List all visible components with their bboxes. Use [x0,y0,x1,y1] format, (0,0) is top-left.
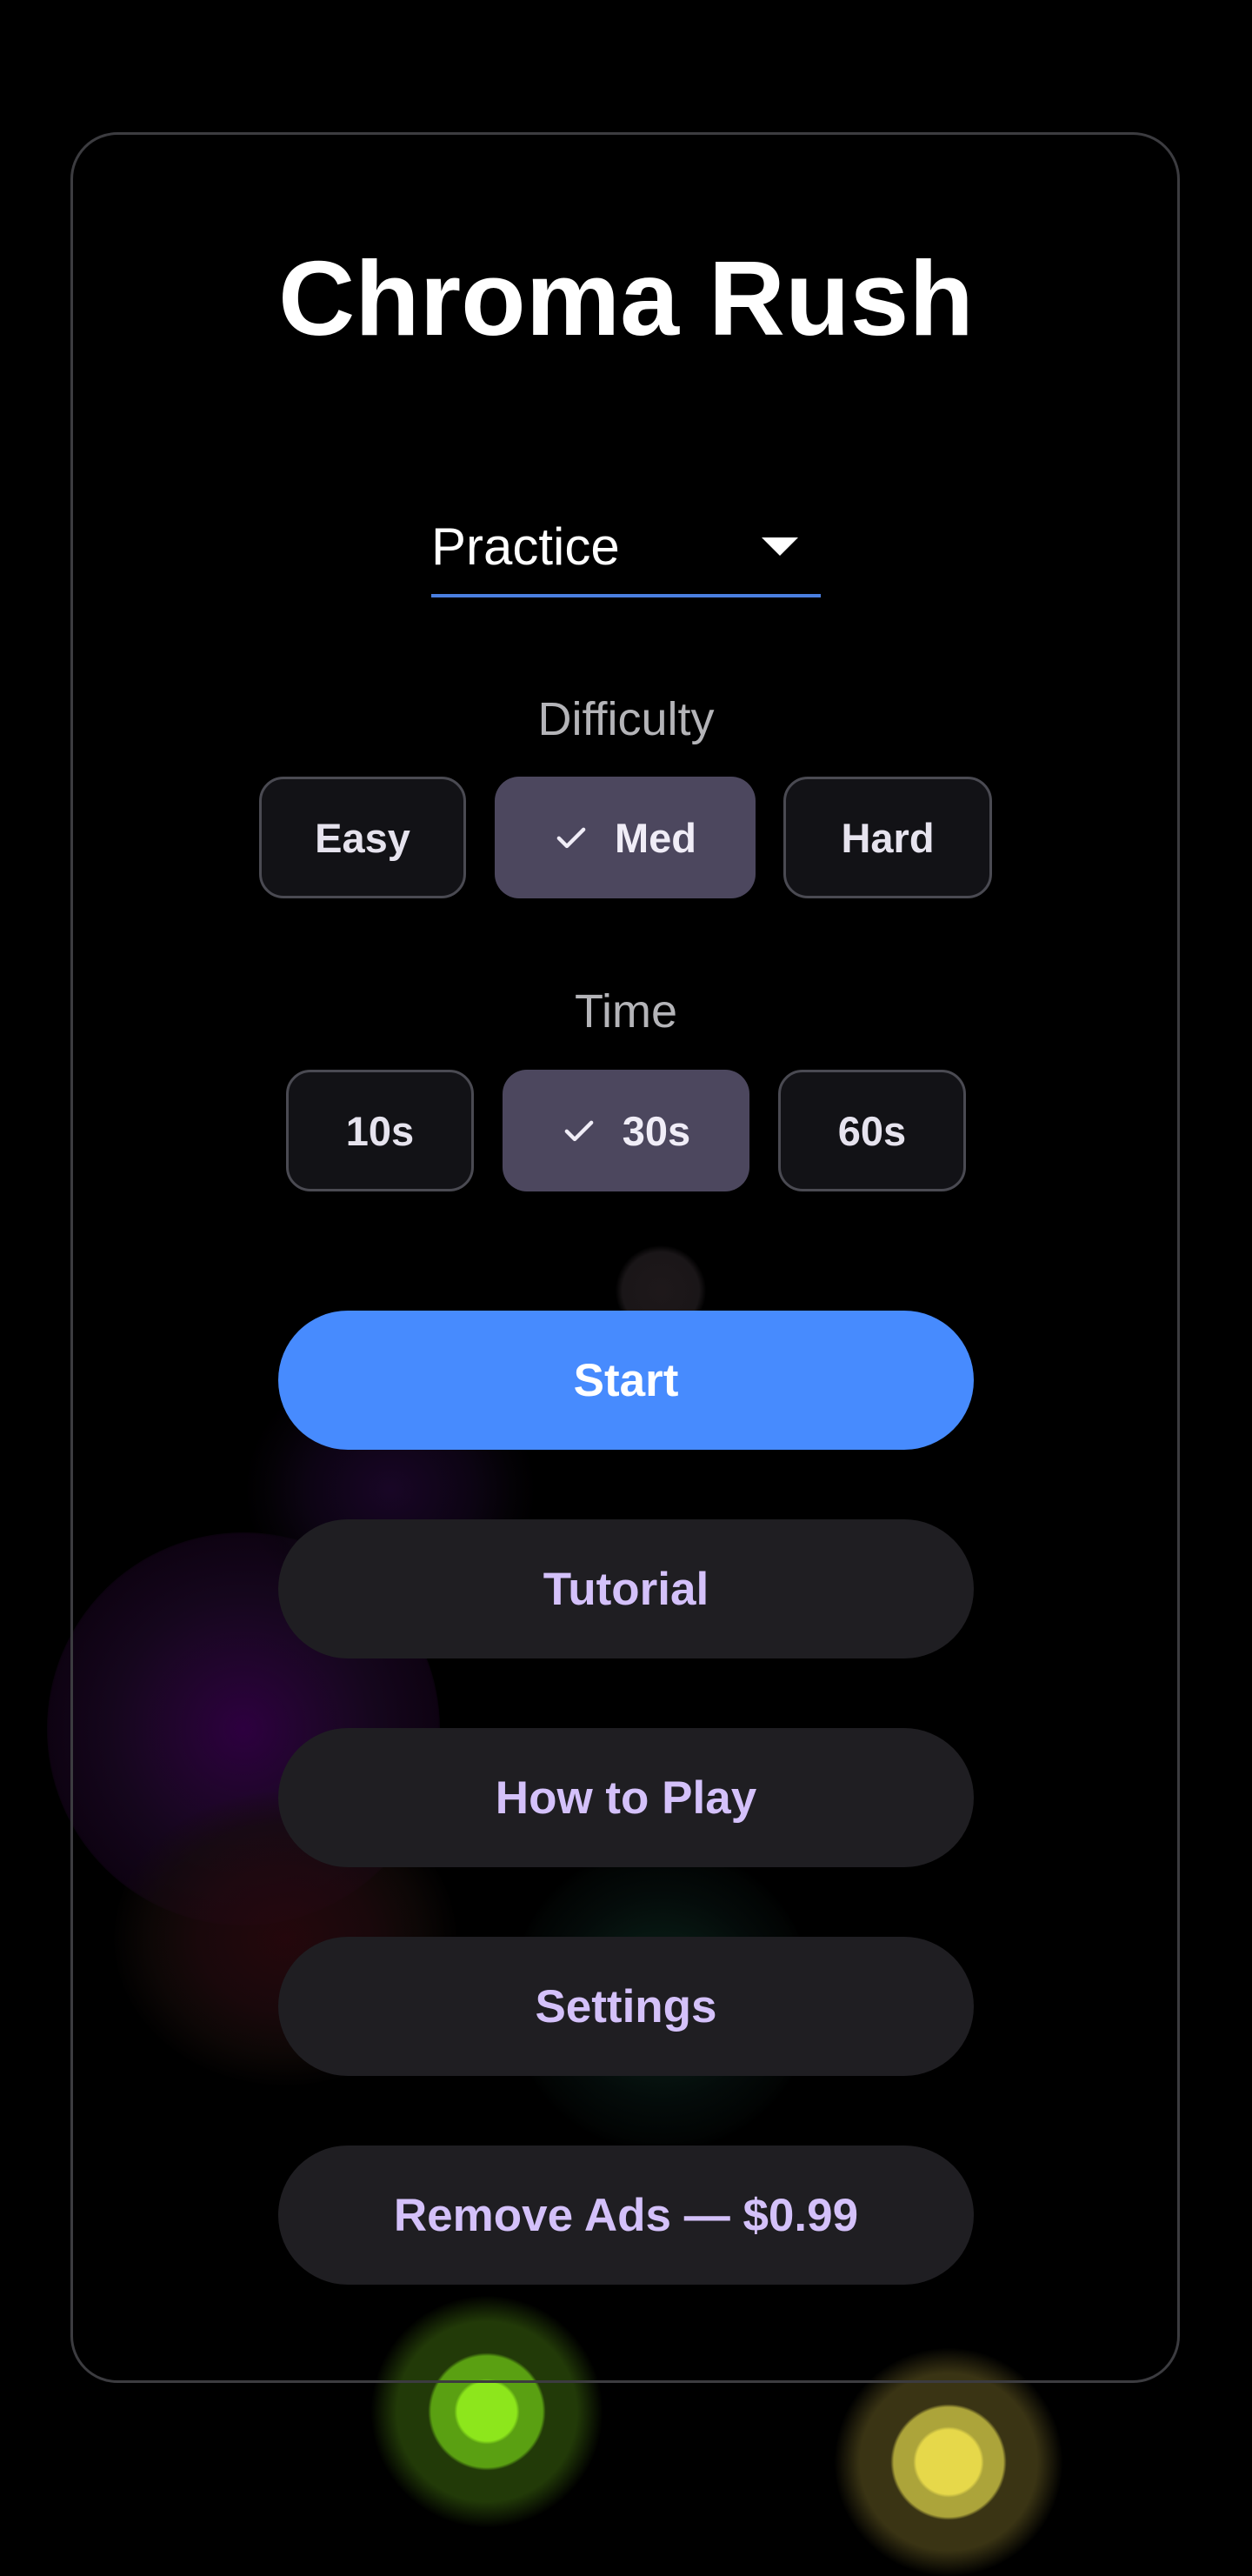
chip-label: 10s [345,1107,415,1154]
time-30s-chip[interactable]: 30s [503,1070,749,1191]
game-title: Chroma Rush [278,239,974,357]
start-button[interactable]: Start [278,1311,974,1450]
chip-label: Hard [841,814,935,861]
check-icon [564,1120,594,1142]
time-label: Time [575,985,677,1038]
tutorial-button[interactable]: Tutorial [278,1519,974,1658]
chip-label: 60s [837,1107,907,1154]
check-icon [556,827,586,849]
difficulty-easy-chip[interactable]: Easy [259,777,466,898]
difficulty-hard-chip[interactable]: Hard [783,777,992,898]
time-10s-chip[interactable]: 10s [286,1070,474,1191]
chip-label: Easy [315,814,410,861]
difficulty-med-chip[interactable]: Med [495,777,756,898]
chip-label: 30s [622,1107,691,1154]
mode-dropdown-value: Practice [431,517,620,576]
how-to-play-button[interactable]: How to Play [278,1728,974,1867]
settings-button[interactable]: Settings [278,1937,974,2076]
remove-ads-button[interactable]: Remove Ads — $0.99 [278,2146,974,2285]
time-60s-chip[interactable]: 60s [778,1070,966,1191]
caret-down-icon[interactable] [762,537,798,556]
chip-label: Med [615,814,696,861]
difficulty-label: Difficulty [537,693,715,745]
